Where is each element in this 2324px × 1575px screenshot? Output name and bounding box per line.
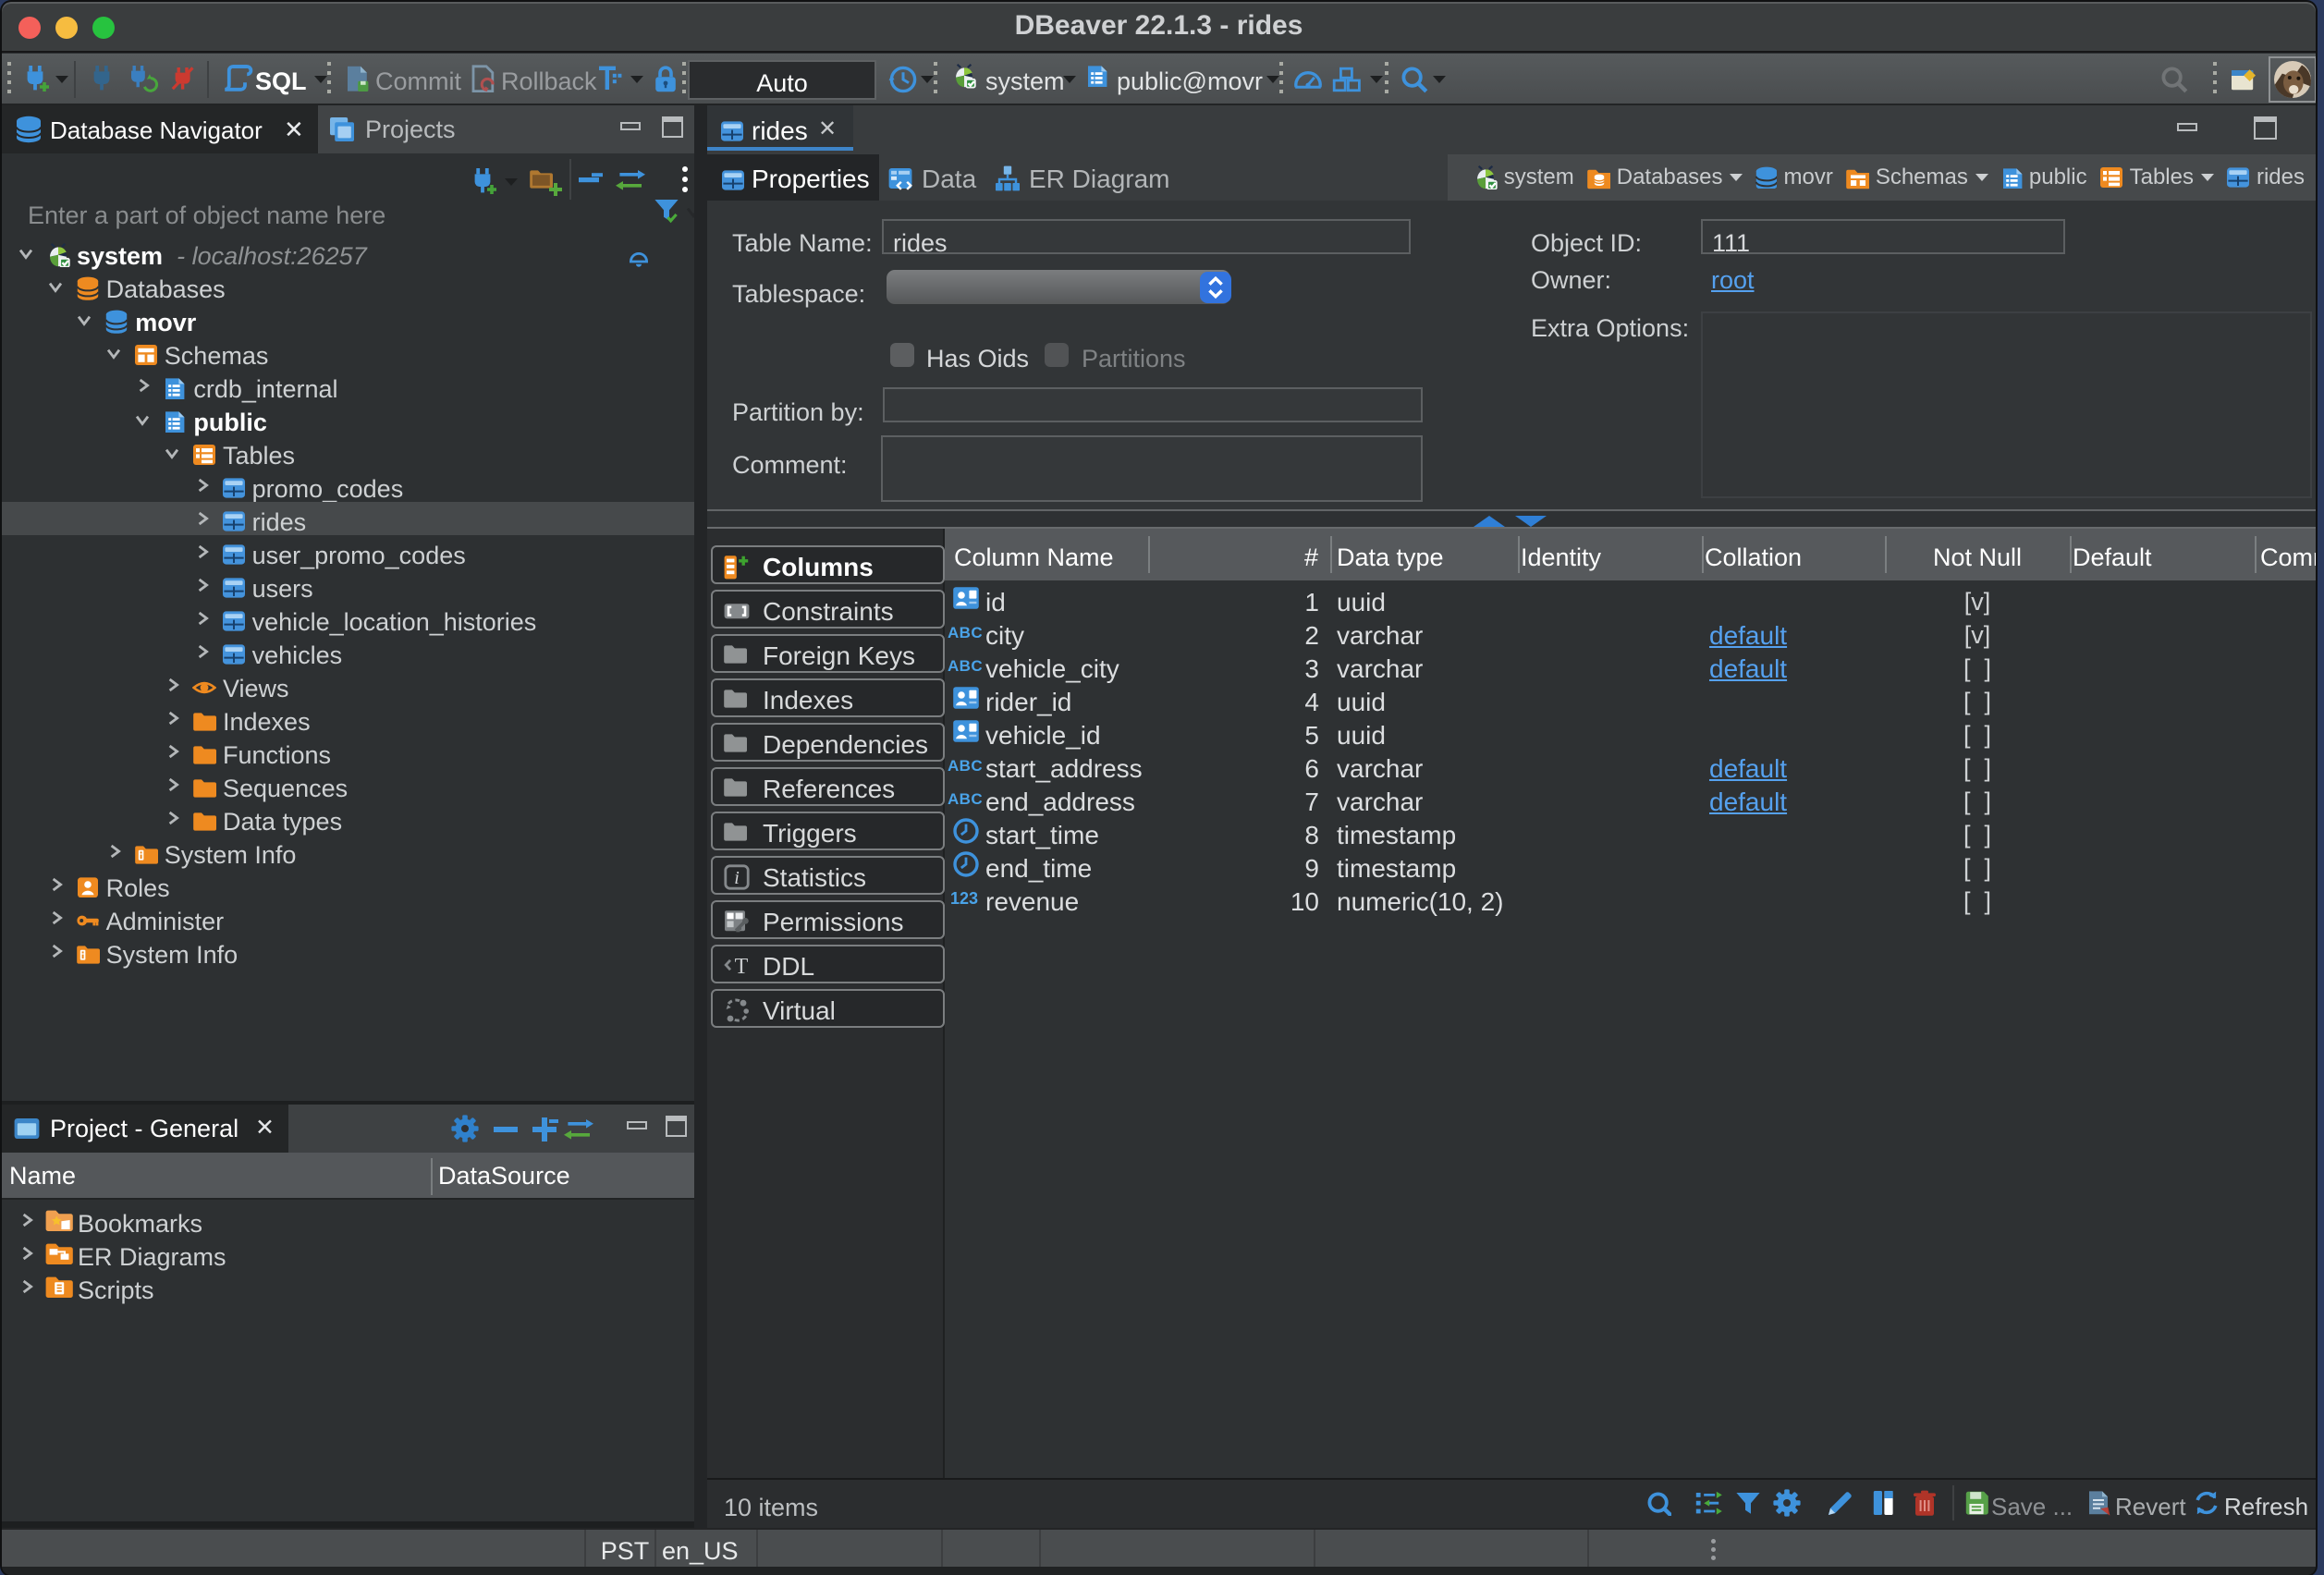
svg-text:T: T (735, 954, 749, 978)
svg-text:i: i (734, 868, 740, 888)
